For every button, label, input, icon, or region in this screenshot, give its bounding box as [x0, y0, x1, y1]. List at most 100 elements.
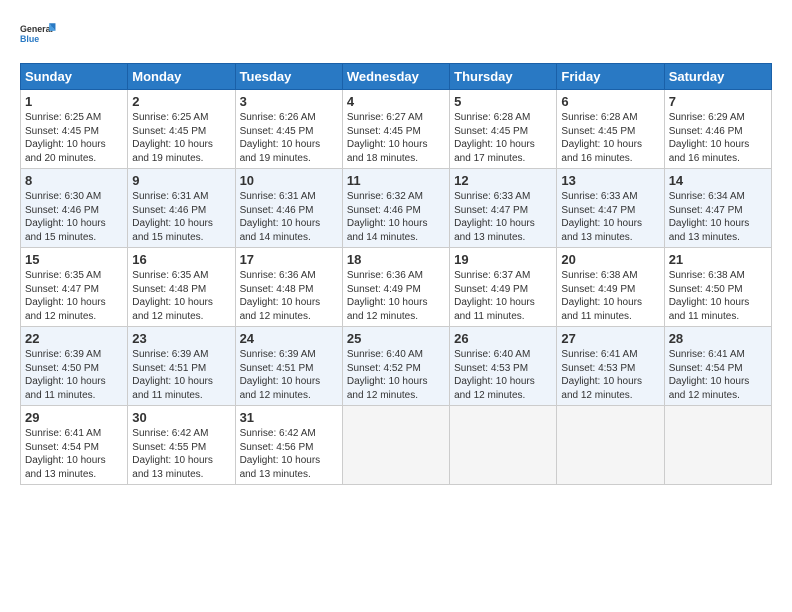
calendar-cell: 6 Sunrise: 6:28 AMSunset: 4:45 PMDaylight… — [557, 90, 664, 169]
day-number: 2 — [132, 94, 230, 109]
calendar-cell: 28 Sunrise: 6:41 AMSunset: 4:54 PMDayligh… — [664, 327, 771, 406]
calendar-week-row: 22 Sunrise: 6:39 AMSunset: 4:50 PMDayligh… — [21, 327, 772, 406]
day-number: 10 — [240, 173, 338, 188]
calendar-cell: 27Sunrise: 6:41 AMSunset: 4:53 PMDayligh… — [557, 327, 664, 406]
calendar-cell: 17 Sunrise: 6:36 AMSunset: 4:48 PMDayligh… — [235, 248, 342, 327]
header: General Blue — [20, 15, 772, 53]
calendar-cell: 4 Sunrise: 6:27 AMSunset: 4:45 PMDaylight… — [342, 90, 449, 169]
calendar-cell: 23 Sunrise: 6:39 AMSunset: 4:51 PMDayligh… — [128, 327, 235, 406]
calendar-cell: 14 Sunrise: 6:34 AMSunset: 4:47 PMDayligh… — [664, 169, 771, 248]
calendar-cell: 22 Sunrise: 6:39 AMSunset: 4:50 PMDayligh… — [21, 327, 128, 406]
calendar-cell: 24Sunrise: 6:39 AMSunset: 4:51 PMDayligh… — [235, 327, 342, 406]
day-number: 13 — [561, 173, 659, 188]
day-number: 20 — [561, 252, 659, 267]
calendar-cell: 9Sunrise: 6:31 AMSunset: 4:46 PMDaylight… — [128, 169, 235, 248]
calendar-cell: 26 Sunrise: 6:40 AMSunset: 4:53 PMDayligh… — [450, 327, 557, 406]
cell-info: Sunrise: 6:32 AMSunset: 4:46 PMDaylight:… — [347, 190, 445, 244]
calendar-day-header: Friday — [557, 64, 664, 90]
cell-info: Sunrise: 6:25 AMSunset: 4:45 PMDaylight:… — [132, 111, 230, 165]
day-number: 26 — [454, 331, 552, 346]
cell-info: Sunrise: 6:39 AMSunset: 4:50 PMDaylight:… — [25, 348, 123, 402]
cell-info: Sunrise: 6:41 AMSunset: 4:53 PMDaylight:… — [561, 348, 659, 402]
calendar-cell: 30Sunrise: 6:42 AMSunset: 4:55 PMDayligh… — [128, 406, 235, 485]
calendar-cell: 8 Sunrise: 6:30 AMSunset: 4:46 PMDaylight… — [21, 169, 128, 248]
calendar-cell: 2 Sunrise: 6:25 AMSunset: 4:45 PMDaylight… — [128, 90, 235, 169]
calendar-week-row: 15Sunrise: 6:35 AMSunset: 4:47 PMDayligh… — [21, 248, 772, 327]
calendar-cell: 25 Sunrise: 6:40 AMSunset: 4:52 PMDayligh… — [342, 327, 449, 406]
calendar-cell: 5 Sunrise: 6:28 AMSunset: 4:45 PMDaylight… — [450, 90, 557, 169]
cell-info: Sunrise: 6:31 AMSunset: 4:46 PMDaylight:… — [132, 190, 230, 244]
calendar-cell: 21 Sunrise: 6:38 AMSunset: 4:50 PMDayligh… — [664, 248, 771, 327]
day-number: 3 — [240, 94, 338, 109]
calendar-day-header: Saturday — [664, 64, 771, 90]
svg-text:Blue: Blue — [20, 34, 39, 44]
day-number: 29 — [25, 410, 123, 425]
calendar-cell — [450, 406, 557, 485]
cell-info: Sunrise: 6:37 AMSunset: 4:49 PMDaylight:… — [454, 269, 552, 323]
cell-info: Sunrise: 6:42 AMSunset: 4:56 PMDaylight:… — [240, 427, 338, 481]
cell-info: Sunrise: 6:30 AMSunset: 4:46 PMDaylight:… — [25, 190, 123, 244]
calendar-cell: 7Sunrise: 6:29 AMSunset: 4:46 PMDaylight… — [664, 90, 771, 169]
day-number: 11 — [347, 173, 445, 188]
cell-info: Sunrise: 6:41 AMSunset: 4:54 PMDaylight:… — [25, 427, 123, 481]
calendar-week-row: 8 Sunrise: 6:30 AMSunset: 4:46 PMDaylight… — [21, 169, 772, 248]
cell-info: Sunrise: 6:38 AMSunset: 4:49 PMDaylight:… — [561, 269, 659, 323]
day-number: 22 — [25, 331, 123, 346]
cell-info: Sunrise: 6:41 AMSunset: 4:54 PMDaylight:… — [669, 348, 767, 402]
cell-info: Sunrise: 6:27 AMSunset: 4:45 PMDaylight:… — [347, 111, 445, 165]
day-number: 18 — [347, 252, 445, 267]
day-number: 23 — [132, 331, 230, 346]
cell-info: Sunrise: 6:33 AMSunset: 4:47 PMDaylight:… — [561, 190, 659, 244]
cell-info: Sunrise: 6:38 AMSunset: 4:50 PMDaylight:… — [669, 269, 767, 323]
cell-info: Sunrise: 6:34 AMSunset: 4:47 PMDaylight:… — [669, 190, 767, 244]
cell-info: Sunrise: 6:35 AMSunset: 4:48 PMDaylight:… — [132, 269, 230, 323]
cell-info: Sunrise: 6:35 AMSunset: 4:47 PMDaylight:… — [25, 269, 123, 323]
day-number: 8 — [25, 173, 123, 188]
day-number: 28 — [669, 331, 767, 346]
cell-info: Sunrise: 6:40 AMSunset: 4:53 PMDaylight:… — [454, 348, 552, 402]
cell-info: Sunrise: 6:39 AMSunset: 4:51 PMDaylight:… — [132, 348, 230, 402]
day-number: 4 — [347, 94, 445, 109]
calendar-day-header: Monday — [128, 64, 235, 90]
cell-info: Sunrise: 6:42 AMSunset: 4:55 PMDaylight:… — [132, 427, 230, 481]
day-number: 17 — [240, 252, 338, 267]
day-number: 21 — [669, 252, 767, 267]
cell-info: Sunrise: 6:28 AMSunset: 4:45 PMDaylight:… — [454, 111, 552, 165]
calendar-week-row: 29 Sunrise: 6:41 AMSunset: 4:54 PMDayligh… — [21, 406, 772, 485]
cell-info: Sunrise: 6:26 AMSunset: 4:45 PMDaylight:… — [240, 111, 338, 165]
calendar-cell: 31Sunrise: 6:42 AMSunset: 4:56 PMDayligh… — [235, 406, 342, 485]
calendar-cell: 11 Sunrise: 6:32 AMSunset: 4:46 PMDayligh… — [342, 169, 449, 248]
calendar-cell: 15Sunrise: 6:35 AMSunset: 4:47 PMDayligh… — [21, 248, 128, 327]
calendar-cell — [557, 406, 664, 485]
day-number: 6 — [561, 94, 659, 109]
calendar-day-header: Sunday — [21, 64, 128, 90]
day-number: 1 — [25, 94, 123, 109]
cell-info: Sunrise: 6:31 AMSunset: 4:46 PMDaylight:… — [240, 190, 338, 244]
calendar-day-header: Tuesday — [235, 64, 342, 90]
calendar-cell: 13 Sunrise: 6:33 AMSunset: 4:47 PMDayligh… — [557, 169, 664, 248]
cell-info: Sunrise: 6:36 AMSunset: 4:48 PMDaylight:… — [240, 269, 338, 323]
calendar-cell — [342, 406, 449, 485]
calendar-day-header: Wednesday — [342, 64, 449, 90]
cell-info: Sunrise: 6:33 AMSunset: 4:47 PMDaylight:… — [454, 190, 552, 244]
calendar-cell: 1 Sunrise: 6:25 AMSunset: 4:45 PMDaylight… — [21, 90, 128, 169]
cell-info: Sunrise: 6:40 AMSunset: 4:52 PMDaylight:… — [347, 348, 445, 402]
calendar-day-header: Thursday — [450, 64, 557, 90]
calendar-cell: 12 Sunrise: 6:33 AMSunset: 4:47 PMDayligh… — [450, 169, 557, 248]
day-number: 5 — [454, 94, 552, 109]
logo: General Blue — [20, 15, 58, 53]
calendar: SundayMondayTuesdayWednesdayThursdayFrid… — [20, 63, 772, 485]
calendar-cell: 20 Sunrise: 6:38 AMSunset: 4:49 PMDayligh… — [557, 248, 664, 327]
calendar-cell — [664, 406, 771, 485]
cell-info: Sunrise: 6:25 AMSunset: 4:45 PMDaylight:… — [25, 111, 123, 165]
calendar-cell: 10 Sunrise: 6:31 AMSunset: 4:46 PMDayligh… — [235, 169, 342, 248]
logo-svg: General Blue — [20, 15, 58, 53]
calendar-cell: 29 Sunrise: 6:41 AMSunset: 4:54 PMDayligh… — [21, 406, 128, 485]
day-number: 25 — [347, 331, 445, 346]
page: General Blue SundayMondayTuesdayWednesda… — [0, 0, 792, 612]
day-number: 19 — [454, 252, 552, 267]
day-number: 14 — [669, 173, 767, 188]
cell-info: Sunrise: 6:28 AMSunset: 4:45 PMDaylight:… — [561, 111, 659, 165]
day-number: 12 — [454, 173, 552, 188]
calendar-week-row: 1 Sunrise: 6:25 AMSunset: 4:45 PMDaylight… — [21, 90, 772, 169]
